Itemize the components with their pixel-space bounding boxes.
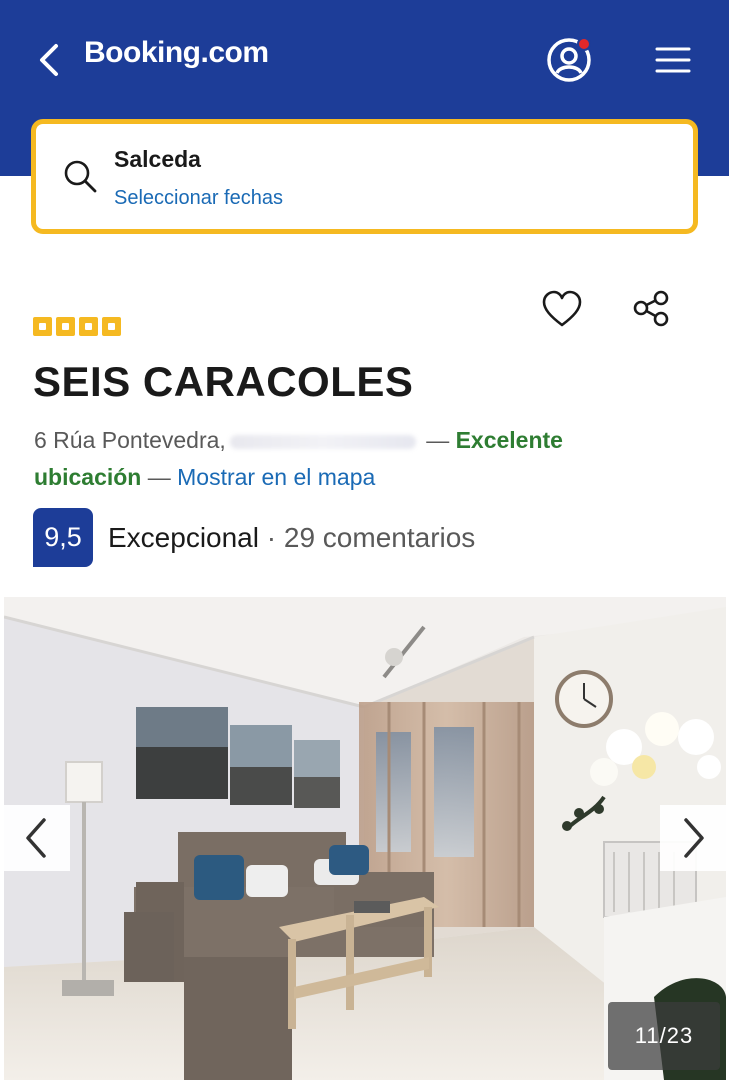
search-box[interactable]: Salceda Seleccionar fechas	[31, 119, 698, 234]
favorite-button[interactable]	[540, 288, 584, 332]
star-icon	[102, 317, 121, 336]
gallery-next-button[interactable]	[660, 805, 726, 871]
back-button[interactable]	[34, 40, 66, 80]
star-icon	[33, 317, 52, 336]
star-icon	[56, 317, 75, 336]
address-dash: —	[426, 427, 450, 453]
rating-separator: ·	[266, 522, 277, 553]
rating-label: Excepcional	[108, 522, 259, 553]
star-rating	[33, 317, 121, 336]
address-text: 6 Rúa Pontevedra,	[34, 427, 226, 453]
share-icon	[633, 290, 669, 327]
search-icon	[64, 160, 97, 193]
gallery-counter: 11/23	[608, 1002, 720, 1070]
reviews-count-link[interactable]: 29 comentarios	[284, 522, 475, 553]
chevron-right-icon	[684, 818, 704, 858]
map-dash: —	[147, 464, 171, 490]
review-score-badge[interactable]: 9,5	[33, 508, 93, 567]
menu-button[interactable]	[654, 46, 692, 74]
heart-icon	[542, 290, 582, 327]
redacted-address	[229, 434, 416, 449]
chevron-left-icon	[26, 818, 46, 858]
brand-logo[interactable]: Booking.com	[84, 36, 269, 70]
select-dates-link[interactable]: Seleccionar fechas	[114, 187, 283, 210]
show-on-map-link[interactable]: Mostrar en el mapa	[177, 464, 375, 490]
property-address: 6 Rúa Pontevedra, — Excelente ubicación …	[34, 422, 674, 496]
share-button[interactable]	[630, 288, 674, 332]
star-icon	[79, 317, 98, 336]
property-name: SEIS CARACOLES	[33, 358, 414, 405]
hamburger-menu-icon	[655, 47, 691, 73]
search-destination[interactable]: Salceda	[114, 146, 201, 173]
profile-button[interactable]	[545, 36, 593, 84]
gallery-prev-button[interactable]	[4, 805, 70, 871]
photo-gallery[interactable]: 11/23	[4, 597, 726, 1080]
user-profile-icon	[547, 37, 591, 82]
rating-summary[interactable]: Excepcional · 29 comentarios	[108, 522, 475, 554]
chevron-left-icon	[40, 44, 58, 76]
